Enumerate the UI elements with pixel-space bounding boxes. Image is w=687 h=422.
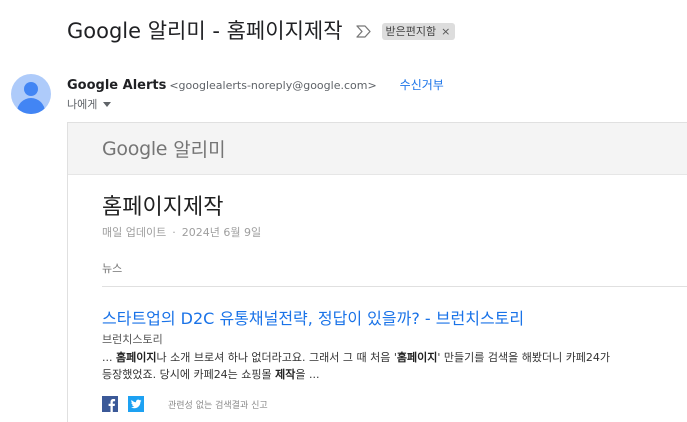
alert-date: 2024년 6월 9일 <box>181 226 262 239</box>
share-row: 관련성 없는 검색결과 신고 <box>102 396 268 412</box>
avatar <box>11 74 51 114</box>
sender-email: <googlealerts-noreply@google.com> <box>169 79 377 92</box>
alert-frequency: 매일 업데이트 <box>102 226 167 239</box>
result-snippet: ... 홈페이지나 소개 브로셔 하나 없더라고요. 그래서 그 때 처음 '홈… <box>102 349 687 383</box>
email-view: Google 알리미 - 홈페이지제작 받은편지함 × Google Alert… <box>0 0 687 422</box>
subject-row: Google 알리미 - 홈페이지제작 받은편지함 × <box>67 17 456 45</box>
google-logo-word: Google <box>102 137 168 160</box>
alert-query-title: 홈페이지제작 <box>102 195 224 220</box>
report-irrelevant-link[interactable]: 관련성 없는 검색결과 신고 <box>168 398 268 411</box>
alert-card: Google 알리미 홈페이지제작 매일 업데이트 · 2024년 6월 9일 뉴스… <box>67 122 687 422</box>
result-title-link[interactable]: 스타트업의 D2C 유통채널전략, 정답이 있을까? - 브런치스토리 <box>102 305 524 329</box>
sender-row: Google Alerts <googlealerts-noreply@goog… <box>67 76 444 93</box>
facebook-icon[interactable] <box>102 396 118 412</box>
snippet-line-1: ... 홈페이지나 소개 브로셔 하나 없더라고요. 그래서 그 때 처음 '홈… <box>102 351 611 364</box>
inbox-label-text: 받은편지함 <box>385 25 437 38</box>
snippet-line-2: 등장했었죠. 당시에 카페24는 쇼핑몰 제작을 ... <box>102 368 320 381</box>
email-subject: Google 알리미 - 홈페이지제작 <box>67 19 343 43</box>
section-divider <box>102 286 687 287</box>
section-label-news: 뉴스 <box>102 262 123 275</box>
caret-down-icon[interactable] <box>103 101 112 107</box>
recipient-label: 나에게 <box>67 98 98 111</box>
sender-name: Google Alerts <box>67 78 167 93</box>
remove-label-icon[interactable]: × <box>441 25 450 38</box>
inbox-label-chip: 받은편지함 × <box>381 22 456 40</box>
alert-card-header: Google 알리미 <box>68 123 687 175</box>
twitter-icon[interactable] <box>128 396 144 412</box>
meta-separator: · <box>172 226 176 239</box>
recipient-row[interactable]: 나에게 <box>67 96 112 112</box>
result-source: 브런치스토리 <box>102 333 163 346</box>
google-logo-suffix: 알리미 <box>173 139 226 161</box>
unsubscribe-link[interactable]: 수신거부 <box>400 76 444 93</box>
important-marker-icon[interactable] <box>356 23 372 39</box>
alert-meta: 매일 업데이트 · 2024년 6월 9일 <box>102 224 261 240</box>
